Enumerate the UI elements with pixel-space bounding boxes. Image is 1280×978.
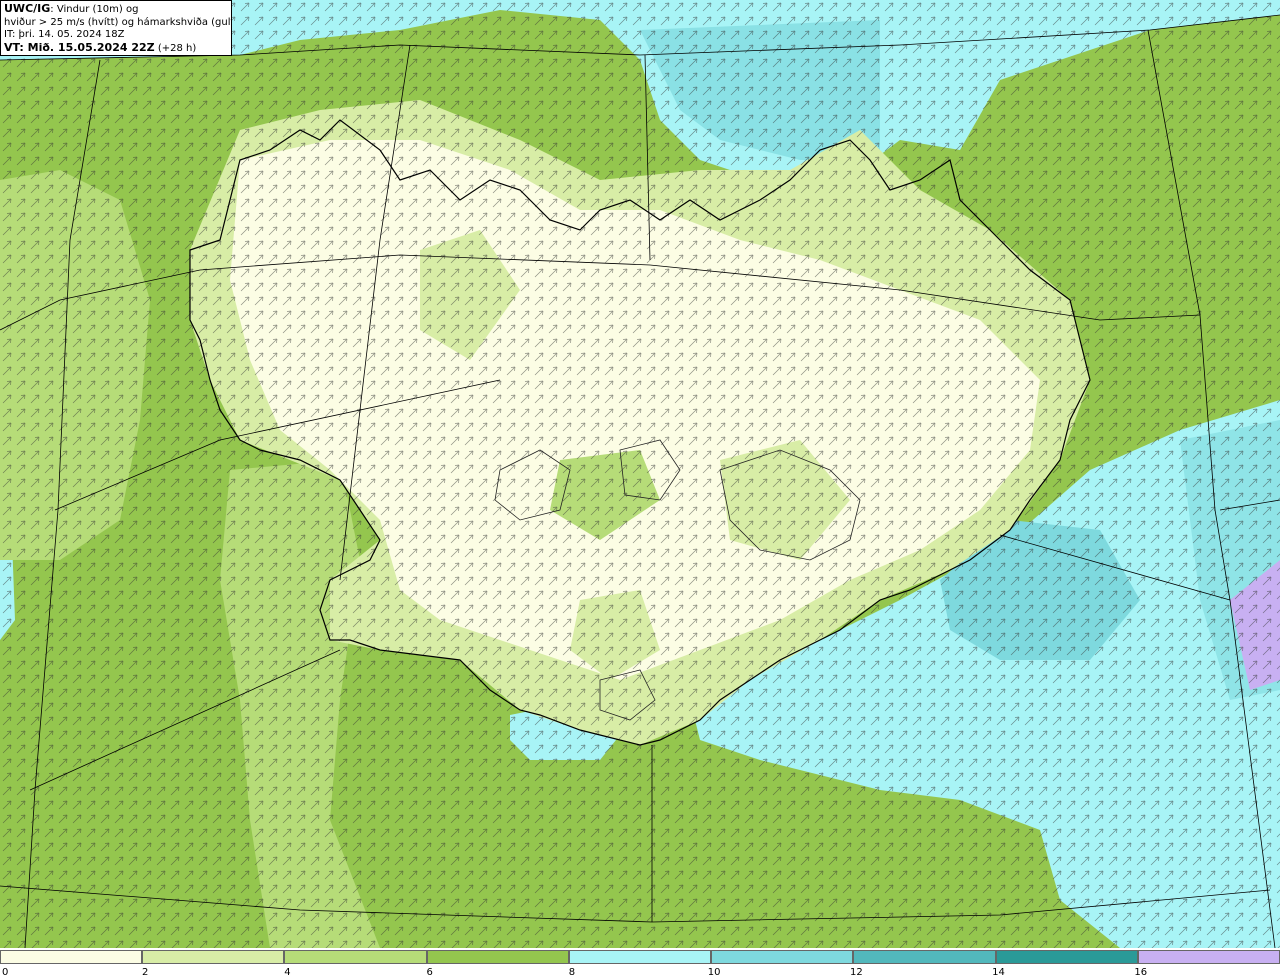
colorbar-swatch — [426, 950, 569, 964]
legend-line-2: hviður > 25 m/s (hvítt) og hámarkshviða … — [4, 16, 232, 28]
colorbar-swatch — [853, 950, 996, 964]
colorbar-tick-label: 12 — [849, 967, 863, 978]
colorbar-tick-label: 0 — [2, 967, 9, 978]
colorbar-tick-label: 14 — [992, 967, 1005, 978]
colorbar-swatch — [0, 950, 143, 964]
colorbar-tick-label: 8 — [568, 967, 576, 978]
colorbar-swatch — [711, 950, 854, 964]
wind-arrows — [0, 0, 1280, 948]
colorbar-swatch — [995, 950, 1138, 964]
legend-title: UWC/IG: Vindur (10m) og — [4, 2, 139, 15]
colorbar: 0 2 4 6 8 10 12 14 16 — [0, 948, 1280, 978]
legend-line-4: VT: Mið. 15.05.2024 22Z (+28 h) — [4, 40, 197, 54]
wind-map — [0, 0, 1280, 948]
map-legend: UWC/IG: Vindur (10m) og hviður > 25 m/s … — [0, 0, 232, 56]
colorbar-tick-label: 2 — [142, 967, 149, 978]
colorbar-tick-label: 10 — [707, 967, 721, 978]
colorbar-swatch — [568, 950, 712, 964]
colorbar-tick-label: 6 — [426, 967, 433, 978]
colorbar-tick-label: 4 — [284, 967, 291, 978]
colorbar-swatch — [284, 950, 427, 964]
colorbar-swatch — [1137, 950, 1280, 964]
colorbar-tick-label: 16 — [1134, 967, 1148, 978]
colorbar-swatches — [0, 950, 1280, 964]
colorbar-swatch — [142, 950, 285, 964]
